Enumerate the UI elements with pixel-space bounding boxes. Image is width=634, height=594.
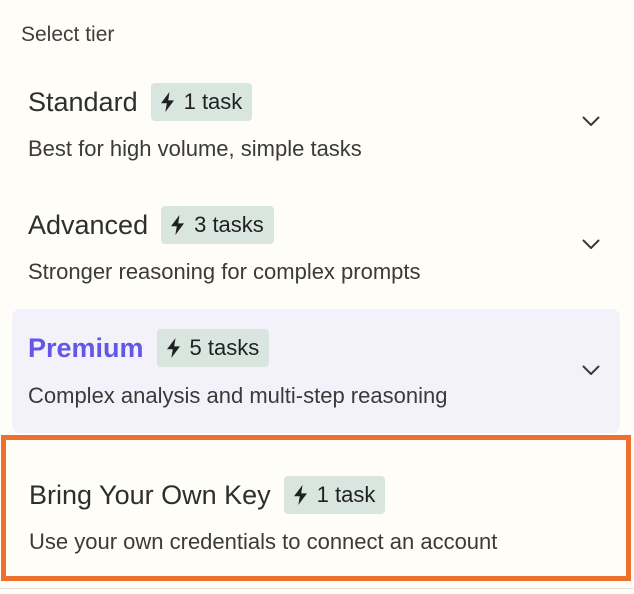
tier-option-advanced[interactable]: Advanced 3 tasks Stronger reasoning for … (12, 193, 620, 313)
tier-description: Complex analysis and multi-step reasonin… (28, 383, 448, 408)
tier-description: Use your own credentials to connect an a… (29, 529, 498, 554)
lightning-bolt-icon (170, 215, 185, 235)
tier-name: Bring Your Own Key (29, 480, 271, 510)
tier-name: Advanced (28, 210, 149, 240)
task-cost-label: 3 tasks (194, 212, 264, 237)
tier-name: Standard (28, 87, 138, 117)
task-cost-badge: 1 task (150, 83, 253, 121)
tier-name: Premium (28, 333, 144, 363)
task-cost-badge: 5 tasks (156, 329, 270, 367)
lightning-bolt-icon (293, 485, 308, 505)
tier-option-bring-your-own-key[interactable]: Bring Your Own Key 1 task Use your own c… (1, 435, 631, 581)
task-cost-badge: 1 task (283, 476, 386, 514)
divider (0, 588, 634, 589)
chevron-down-icon[interactable] (582, 365, 600, 376)
task-cost-label: 1 task (183, 89, 243, 114)
tier-header: Standard 1 task (28, 83, 253, 121)
lightning-bolt-icon (160, 92, 175, 112)
task-cost-badge: 3 tasks (161, 206, 274, 244)
task-cost-label: 5 tasks (189, 335, 260, 360)
tier-option-standard[interactable]: Standard 1 task Best for high volume, si… (12, 70, 620, 190)
page-title: Select tier (21, 23, 115, 46)
tier-description: Best for high volume, simple tasks (28, 136, 362, 161)
task-cost-label: 1 task (316, 482, 376, 507)
tier-header: Bring Your Own Key 1 task (29, 476, 386, 514)
chevron-down-icon[interactable] (582, 116, 600, 127)
tier-header: Advanced 3 tasks (28, 206, 274, 244)
tier-option-premium[interactable]: Premium 5 tasks Complex analysis and mul… (12, 309, 620, 433)
tier-header: Premium 5 tasks (28, 329, 270, 367)
lightning-bolt-icon (166, 338, 181, 358)
tier-description: Stronger reasoning for complex prompts (28, 259, 421, 284)
chevron-down-icon[interactable] (582, 239, 600, 250)
